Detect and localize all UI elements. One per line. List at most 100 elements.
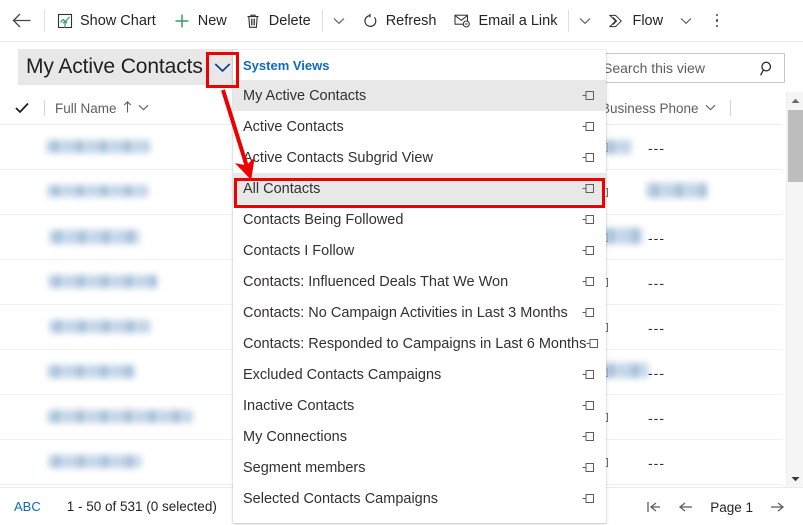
pin-icon[interactable] <box>580 183 596 194</box>
flyout-item-label: Excluded Contacts Campaigns <box>243 366 442 383</box>
flyout-item-my-active-contacts[interactable]: My Active Contacts <box>233 80 606 111</box>
empty-cell-value: --- <box>648 275 665 291</box>
pagination: Page 1 <box>646 488 785 525</box>
column-header-label: Business Phone <box>601 100 699 116</box>
next-page-button[interactable] <box>769 501 785 513</box>
flyout-item-my-connections[interactable]: My Connections <box>233 421 606 452</box>
scroll-down-arrow-icon[interactable] <box>787 470 803 487</box>
vertical-scrollbar[interactable] <box>786 92 803 487</box>
flyout-item-label: Contacts: Influenced Deals That We Won <box>243 273 509 290</box>
redacted-cell <box>603 140 631 154</box>
empty-cell-value: --- <box>648 365 665 381</box>
pin-icon[interactable] <box>580 369 596 380</box>
search-input[interactable]: Search this view <box>592 53 785 83</box>
redacted-cell <box>603 228 643 244</box>
refresh-label: Refresh <box>385 12 437 29</box>
sort-ascending-arrow-icon <box>123 100 132 116</box>
redacted-full-name <box>48 365 136 378</box>
flyout-item-active-contacts[interactable]: Active Contacts <box>233 111 606 142</box>
new-button[interactable]: New <box>165 0 236 42</box>
pin-icon[interactable] <box>580 462 596 473</box>
show-chart-button[interactable]: Show Chart <box>47 0 165 42</box>
back-arrow-icon[interactable] <box>0 0 42 42</box>
flyout-item-contacts-being-followed[interactable]: Contacts Being Followed <box>233 204 606 235</box>
view-selector-flyout: System Views My Active Contacts Active C… <box>233 50 606 523</box>
pin-icon[interactable] <box>580 276 596 287</box>
toolbar-divider <box>44 9 45 32</box>
delete-button[interactable]: Delete <box>236 0 320 42</box>
delete-label: Delete <box>268 12 311 29</box>
flyout-item-label: Segment members <box>243 459 366 476</box>
refresh-button[interactable]: Refresh <box>353 0 446 42</box>
toolbar-divider <box>568 9 570 32</box>
email-overflow-chevron-down-icon[interactable] <box>571 0 599 42</box>
page-number-label: Page 1 <box>710 499 753 515</box>
flyout-item-label: Contacts: No Campaign Activities in Last… <box>243 304 568 321</box>
redacted-full-name <box>50 320 150 333</box>
flyout-item-all-contacts[interactable]: All Contacts <box>233 173 606 204</box>
flyout-item-selected-contacts-campaigns[interactable]: Selected Contacts Campaigns <box>233 483 606 514</box>
column-header-business-phone[interactable]: Business Phone <box>591 92 716 125</box>
email-a-link-button[interactable]: Email a Link <box>445 0 566 42</box>
plus-icon <box>174 12 191 29</box>
delete-overflow-chevron-down-icon[interactable] <box>325 0 353 42</box>
flyout-item-label: Active Contacts Subgrid View <box>243 149 433 166</box>
more-commands-button[interactable] <box>700 0 734 42</box>
header-divider <box>729 100 731 116</box>
flyout-section-header: System Views <box>243 57 330 73</box>
flyout-item-active-contacts-subgrid-view[interactable]: Active Contacts Subgrid View <box>233 142 606 173</box>
empty-cell-value: --- <box>648 455 665 471</box>
column-menu-chevron-down-icon[interactable] <box>705 103 716 114</box>
flyout-item-label: Contacts: Responded to Campaigns in Last… <box>243 335 587 352</box>
pin-icon[interactable] <box>580 90 596 101</box>
redacted-full-name <box>48 410 193 423</box>
redacted-full-name <box>50 230 140 244</box>
redacted-cell <box>647 183 707 198</box>
pin-icon[interactable] <box>580 245 596 256</box>
flyout-item-segment-members[interactable]: Segment members <box>233 452 606 483</box>
pin-icon[interactable] <box>580 307 596 318</box>
empty-cell-value: --- <box>648 410 665 426</box>
email-link-icon <box>454 12 471 29</box>
redacted-full-name <box>48 185 148 197</box>
pin-icon[interactable] <box>580 121 596 132</box>
flyout-item-label: My Active Contacts <box>243 87 367 104</box>
pin-icon[interactable] <box>580 152 596 163</box>
empty-cell-value: --- <box>648 230 665 246</box>
redacted-cell <box>603 363 648 378</box>
email-a-link-label: Email a Link <box>478 12 558 29</box>
redacted-full-name <box>47 140 150 153</box>
flow-button[interactable]: Flow <box>599 0 672 42</box>
pin-icon[interactable] <box>580 493 596 504</box>
flyout-item-contacts-i-follow[interactable]: Contacts I Follow <box>233 235 606 266</box>
alpha-index-button[interactable]: ABC <box>14 499 41 514</box>
flow-icon <box>608 12 625 29</box>
flyout-item-contacts-influenced-deals[interactable]: Contacts: Influenced Deals That We Won <box>233 266 606 297</box>
pin-icon[interactable] <box>586 338 599 349</box>
pin-icon[interactable] <box>580 400 596 411</box>
column-menu-chevron-down-icon[interactable] <box>138 103 149 114</box>
select-all-checkmark-icon[interactable] <box>0 102 44 114</box>
flyout-item-excluded-contacts-campaigns[interactable]: Excluded Contacts Campaigns <box>233 359 606 390</box>
toolbar-divider <box>321 9 323 32</box>
first-page-button[interactable] <box>646 501 662 513</box>
flyout-item-label: Contacts Being Followed <box>243 211 404 228</box>
scrollbar-thumb[interactable] <box>788 110 803 182</box>
flyout-item-inactive-contacts[interactable]: Inactive Contacts <box>233 390 606 421</box>
search-icon[interactable] <box>758 59 776 77</box>
pin-icon[interactable] <box>580 431 596 442</box>
flyout-item-contacts-responded-to-campaigns[interactable]: Contacts: Responded to Campaigns in Last… <box>233 328 606 359</box>
flyout-item-label: My Connections <box>243 428 347 445</box>
previous-page-button[interactable] <box>678 501 694 513</box>
ellipsis-icon <box>715 13 719 28</box>
scroll-up-arrow-icon[interactable] <box>787 92 803 109</box>
column-header-label: Full Name <box>55 100 117 116</box>
command-bar: Show Chart New Delete Refresh Email a Li… <box>0 0 803 42</box>
search-placeholder: Search this view <box>603 60 705 76</box>
pin-icon[interactable] <box>580 214 596 225</box>
flow-chevron-down-icon[interactable] <box>672 0 700 42</box>
app-root: Show Chart New Delete Refresh Email a Li… <box>0 0 803 525</box>
show-chart-icon <box>56 12 73 29</box>
view-selector-button[interactable]: My Active Contacts <box>18 49 237 85</box>
flyout-item-contacts-no-campaign-activities[interactable]: Contacts: No Campaign Activities in Last… <box>233 297 606 328</box>
